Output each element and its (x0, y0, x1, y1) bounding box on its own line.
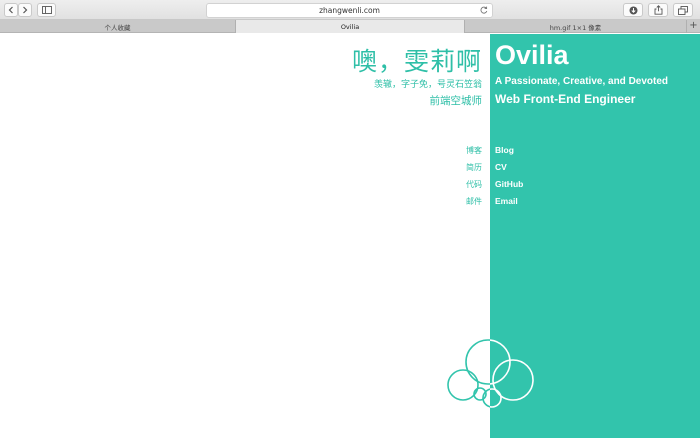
subtitle-cn-2: 前端空城师 (429, 95, 483, 107)
chevron-right-icon (23, 6, 28, 14)
tab-label: hm.gif 1×1 像素 (549, 23, 602, 32)
subtitle-cn-1: 羡辙，字子免，号灵石笠翁 (373, 80, 482, 90)
tab-hm-gif[interactable]: hm.gif 1×1 像素 (465, 20, 687, 33)
nav-link-github[interactable]: GitHub (495, 179, 523, 189)
page-title-en: Ovilia (495, 40, 569, 70)
nav-link-email-cn[interactable]: 邮件 (466, 196, 482, 207)
chevron-left-icon (8, 6, 13, 14)
tab-label: 个人收藏 (104, 23, 131, 32)
nav-link-blog-cn[interactable]: 博客 (466, 145, 482, 156)
tab-strip: 个人收藏 Ovilia hm.gif 1×1 像素 + (0, 20, 700, 33)
address-text: zhangwenli.com (319, 6, 380, 15)
nav-link-github-cn[interactable]: 代码 (466, 179, 482, 190)
reload-icon[interactable] (480, 6, 488, 14)
address-bar[interactable]: zhangwenli.com (206, 3, 493, 18)
sidebar-button[interactable] (37, 3, 56, 17)
nav-link-cv-cn[interactable]: 简历 (466, 162, 482, 173)
left-panel (0, 34, 490, 438)
share-button[interactable] (648, 3, 668, 17)
forward-button[interactable] (18, 3, 32, 17)
new-tab-button[interactable]: + (687, 20, 700, 33)
back-button[interactable] (4, 3, 18, 17)
tab-favorites[interactable]: 个人收藏 (0, 20, 236, 33)
tab-label: Ovilia (340, 22, 360, 31)
browser-window: zhangwenli.com 个人收藏 Ovilia hm.gif 1×1 像素… (0, 0, 700, 438)
nav-link-email[interactable]: Email (495, 196, 518, 206)
page-title-cn: 噢，雯莉啊 (351, 47, 482, 76)
download-icon (629, 6, 637, 14)
nav-link-blog[interactable]: Blog (495, 145, 514, 155)
tabs-overview-button[interactable] (673, 3, 693, 17)
browser-toolbar: zhangwenli.com (0, 0, 700, 20)
subtitle-en-2: Web Front-End Engineer (495, 92, 636, 106)
nav-link-cv[interactable]: CV (495, 162, 507, 172)
sidebar-icon (41, 6, 52, 14)
page-content: 噢，雯莉啊 Ovilia 羡辙，字子免，号灵石笠翁 A Passionate, … (0, 34, 700, 438)
share-icon (654, 5, 662, 15)
subtitle-en-1: A Passionate, Creative, and Devoted (495, 76, 669, 87)
cloud-logo-icon (447, 339, 534, 408)
download-button[interactable] (623, 3, 643, 17)
tabs-overview-icon (678, 5, 688, 15)
tab-ovilia[interactable]: Ovilia (236, 20, 465, 33)
